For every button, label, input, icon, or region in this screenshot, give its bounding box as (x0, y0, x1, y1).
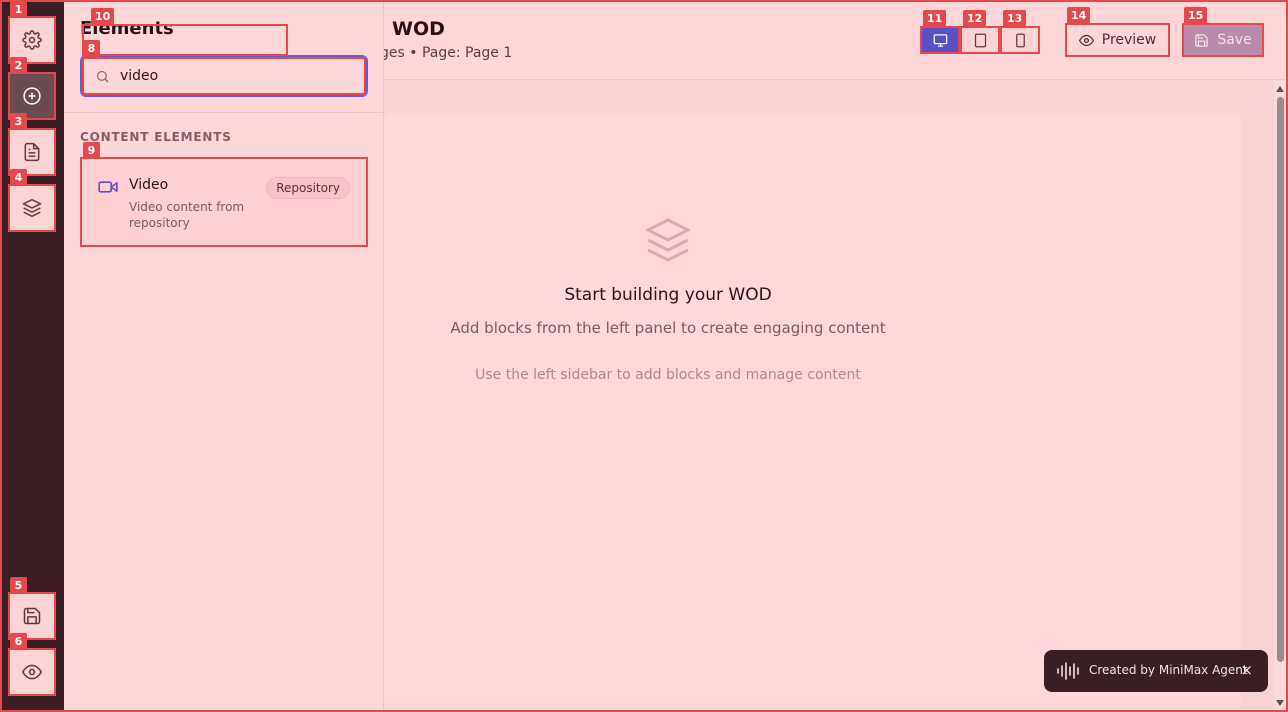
desktop-view-button[interactable] (920, 26, 960, 54)
layers-button[interactable] (8, 184, 56, 232)
video-camera-icon (98, 181, 118, 193)
save-icon (23, 607, 41, 625)
page-subtitle: ges • Page: Page 1 (380, 45, 513, 61)
mobile-view-button[interactable] (1000, 26, 1040, 54)
gear-icon (22, 30, 42, 50)
marker-14: 14 (1067, 7, 1091, 24)
marker-13: 13 (1003, 10, 1027, 27)
panel-divider (64, 112, 384, 113)
editor-header: WOD ges • Page: Page 1 Preview Save (380, 0, 1288, 80)
element-name: Video (129, 177, 169, 193)
scroll-up-arrow[interactable] (1276, 86, 1284, 92)
close-icon[interactable]: × (1240, 661, 1253, 679)
layers-icon (22, 198, 42, 218)
desktop-icon (933, 33, 947, 47)
marker-3: 3 (10, 113, 27, 130)
preview-rail-button[interactable] (8, 648, 56, 696)
save-icon (1195, 33, 1209, 47)
agent-toast: Created by MiniMax Agent × (1044, 650, 1268, 692)
empty-state-subtitle: Add blocks from the left panel to create… (450, 319, 886, 337)
save-button[interactable]: Save (1182, 23, 1264, 57)
elements-panel: Elements CONTENT ELEMENTS Video Video co… (64, 0, 384, 712)
marker-1: 1 (10, 1, 27, 18)
section-label: CONTENT ELEMENTS (80, 130, 232, 144)
repository-badge: Repository (266, 177, 350, 199)
scrollbar-thumb[interactable] (1277, 97, 1284, 662)
search-icon (96, 70, 109, 83)
file-text-icon (24, 142, 40, 162)
tablet-icon (974, 33, 986, 47)
marker-10: 10 (91, 8, 115, 25)
marker-12: 12 (963, 10, 987, 27)
marker-8: 8 (83, 40, 100, 57)
search-input[interactable] (120, 65, 360, 87)
waveform-icon (1057, 662, 1079, 680)
marker-2: 2 (10, 57, 27, 74)
layers-icon (644, 218, 692, 262)
canvas-card[interactable] (384, 113, 1241, 712)
page-title: WOD (392, 18, 445, 40)
scroll-down-arrow[interactable] (1276, 700, 1284, 706)
eye-icon (1078, 34, 1094, 46)
tablet-view-button[interactable] (960, 26, 1000, 54)
preview-button[interactable]: Preview (1065, 23, 1170, 57)
plus-circle-icon (23, 87, 41, 105)
marker-9: 9 (83, 142, 100, 159)
save-label: Save (1217, 32, 1252, 48)
empty-state-hint: Use the left sidebar to add blocks and m… (475, 367, 861, 383)
toast-text: Created by MiniMax Agent (1089, 663, 1248, 677)
eye-icon (22, 664, 42, 680)
preview-label: Preview (1101, 32, 1157, 48)
panel-title-highlight (82, 24, 288, 56)
search-field[interactable] (80, 55, 368, 97)
marker-15: 15 (1184, 7, 1208, 24)
marker-11: 11 (923, 10, 947, 27)
left-rail (0, 0, 64, 712)
marker-4: 4 (10, 169, 27, 186)
marker-5: 5 (10, 577, 27, 594)
mobile-icon (1015, 33, 1025, 47)
element-description: Video content from repository (129, 200, 245, 230)
empty-state-title: Start building your WOD (564, 285, 772, 305)
element-card-video[interactable]: Video Video content from repository Repo… (80, 157, 368, 247)
marker-6: 6 (10, 633, 27, 650)
